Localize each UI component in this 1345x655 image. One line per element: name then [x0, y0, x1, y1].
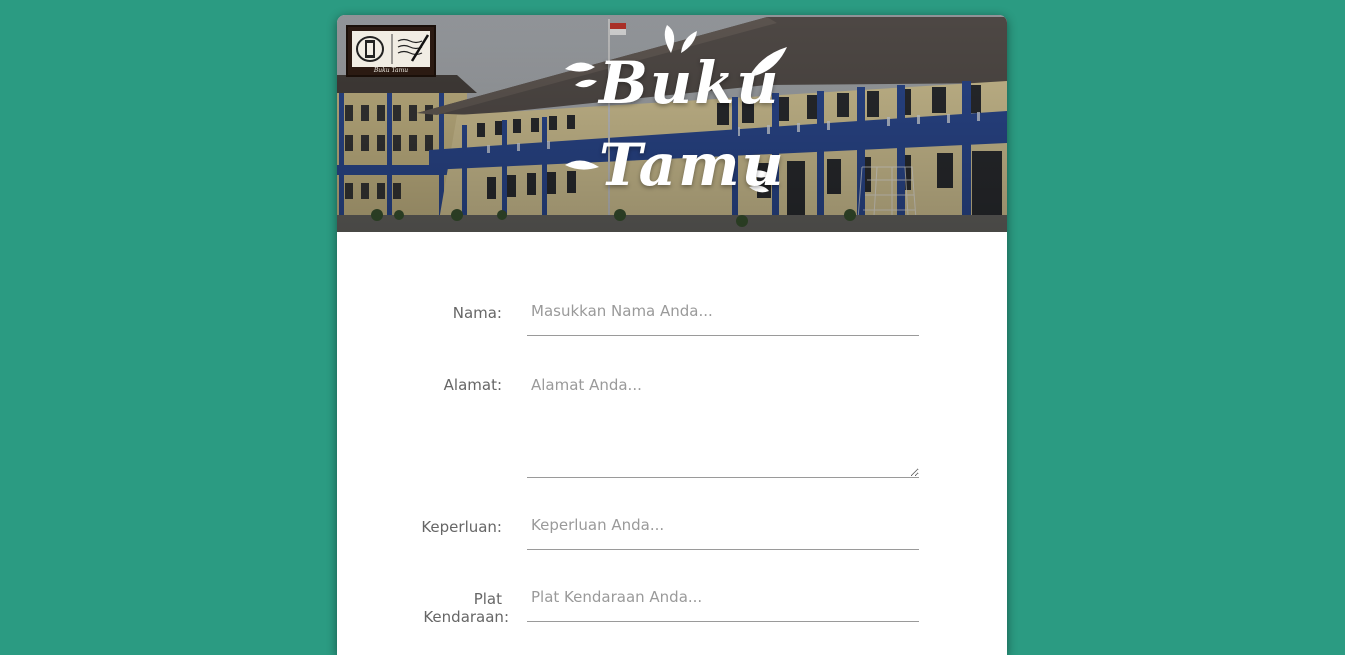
plat-label-line1: Plat — [473, 590, 502, 608]
title-line-tamu: Tamu — [599, 131, 786, 199]
plat-kendaraan-input[interactable] — [527, 573, 919, 622]
alamat-textarea[interactable] — [527, 359, 919, 478]
header-banner: Buku Tamu Buku Tamu — [337, 15, 1007, 232]
title-line-buku: Buku — [599, 49, 781, 117]
nama-input[interactable] — [527, 287, 919, 336]
alamat-label: Alamat: — [443, 376, 502, 394]
logo-caption: Buku Tamu — [373, 67, 409, 74]
keperluan-input[interactable] — [527, 501, 919, 550]
school-logo: Buku Tamu — [346, 25, 436, 77]
keperluan-label: Keperluan: — [421, 518, 502, 536]
guestbook-card: Buku Tamu Buku Tamu Nama: Masukkan Nama … — [337, 15, 1007, 655]
nama-label: Nama: — [452, 304, 502, 322]
plat-label-line2: Kendaraan: — [423, 608, 509, 626]
plat-kendaraan-label: Plat Kendaraan: — [337, 590, 509, 626]
logo-book-icon — [352, 31, 430, 67]
page-title: Buku Tamu — [563, 23, 793, 203]
